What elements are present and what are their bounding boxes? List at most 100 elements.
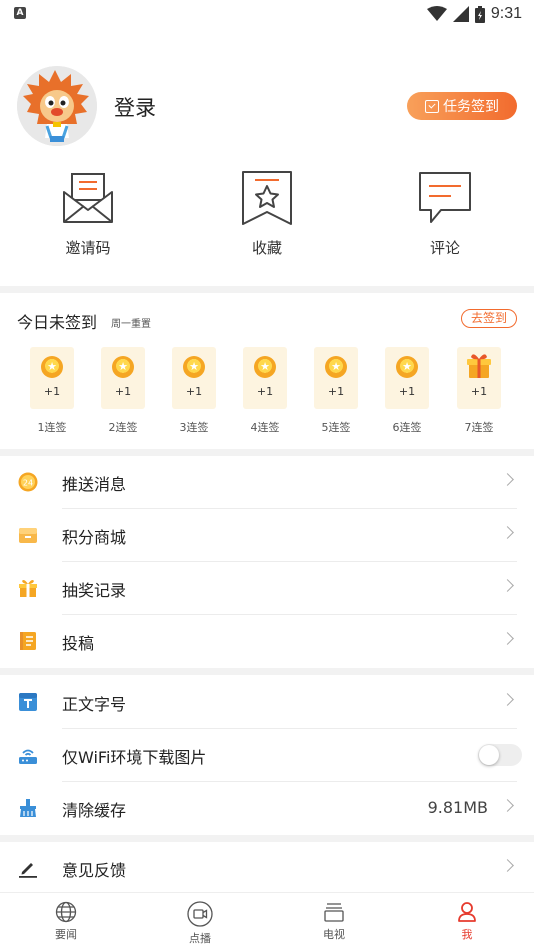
nav-news[interactable]: 要闻	[26, 901, 106, 942]
menu-lottery-records[interactable]: 抽奖记录	[0, 562, 534, 615]
quick-actions: 邀请码 收藏 评论	[0, 170, 534, 274]
nav-label: 要闻	[55, 928, 77, 941]
status-bar: A 9:31	[0, 0, 534, 30]
signin-day-2: +1 2连签	[101, 347, 145, 435]
bookmark-star-icon	[242, 171, 292, 225]
day-label: 1连签	[37, 421, 67, 434]
favorites-label: 收藏	[251, 239, 282, 257]
menu-submit-article[interactable]: 投稿	[0, 615, 534, 668]
day-reward: +1	[114, 385, 132, 398]
profile-header: 登录 任务签到	[0, 66, 534, 150]
menu-push-messages[interactable]: 24 推送消息	[0, 456, 534, 509]
document-icon	[20, 632, 36, 650]
nav-on-demand[interactable]: 点播	[160, 901, 240, 946]
wifi-icon	[426, 6, 447, 21]
push-message-icon: 24	[18, 472, 38, 492]
day-label: 6连签	[392, 421, 422, 434]
menu-wifi-only-images: 仅WiFi环境下载图片	[0, 729, 534, 782]
section-divider	[0, 835, 534, 842]
task-checkin-button[interactable]: 任务签到	[407, 92, 517, 120]
signin-day-7: +1 7连签	[457, 347, 501, 435]
wifi-router-icon	[19, 749, 37, 764]
signin-day-4: +1 4连签	[243, 347, 287, 435]
comment-icon	[419, 172, 471, 223]
menu-label: 清除缓存	[62, 801, 127, 820]
gift-icon	[467, 354, 491, 378]
section-divider	[0, 286, 534, 293]
day-reward: +1	[398, 385, 416, 398]
chevron-right-icon	[501, 799, 514, 812]
pencil-icon	[19, 863, 37, 878]
gift-box-icon	[19, 580, 37, 597]
menu-label: 抽奖记录	[62, 581, 127, 600]
battery-icon	[474, 5, 485, 23]
coin-icon	[254, 356, 276, 378]
signin-reset-note: 周一重置	[111, 319, 151, 330]
invite-code-button[interactable]: 邀请码	[38, 170, 138, 258]
svg-text:24: 24	[23, 479, 33, 488]
coin-icon	[325, 356, 347, 378]
nav-label: 点播	[189, 932, 211, 945]
day-reward: +1	[185, 385, 203, 398]
chevron-right-icon	[501, 693, 514, 706]
calendar-check-icon	[425, 99, 439, 113]
coin-icon	[112, 356, 134, 378]
chevron-right-icon	[501, 859, 514, 872]
signin-status-title: 今日未签到	[17, 313, 98, 332]
section-divider	[0, 668, 534, 675]
favorites-button[interactable]: 收藏	[217, 170, 317, 258]
menu-points-store[interactable]: 积分商城	[0, 509, 534, 562]
day-label: 5连签	[321, 421, 351, 434]
store-icon	[19, 528, 37, 543]
day-label: 7连签	[464, 421, 494, 434]
menu-label: 正文字号	[62, 695, 127, 714]
nav-tv[interactable]: 电视	[294, 901, 374, 942]
signin-day-6: +1 6连签	[385, 347, 429, 435]
day-label: 3连签	[179, 421, 209, 434]
envelope-icon	[63, 173, 113, 223]
chevron-right-icon	[501, 473, 514, 486]
menu-font-size[interactable]: 正文字号	[0, 676, 534, 729]
login-link[interactable]: 登录	[114, 92, 156, 122]
comments-button[interactable]: 评论	[395, 170, 495, 258]
menu-label: 积分商城	[62, 528, 127, 547]
chevron-right-icon	[501, 526, 514, 539]
broom-icon	[20, 799, 36, 817]
signin-day-1: +1 1连签	[30, 347, 74, 435]
menu-feedback[interactable]: 意见反馈	[0, 842, 534, 895]
status-icons: 9:31	[426, 4, 522, 24]
avatar[interactable]	[17, 66, 97, 146]
coin-icon	[41, 356, 63, 378]
day-label: 2连签	[108, 421, 138, 434]
chevron-right-icon	[501, 579, 514, 592]
signin-day-3: +1 3连签	[172, 347, 216, 435]
video-icon	[187, 901, 213, 927]
invite-code-label: 邀请码	[65, 239, 111, 257]
globe-icon	[55, 901, 77, 923]
tv-icon	[324, 903, 344, 922]
wifi-only-toggle[interactable]	[478, 744, 522, 766]
menu-label: 投稿	[62, 634, 95, 653]
nav-label: 我	[461, 928, 473, 941]
cache-size-value: 9.81MB	[427, 798, 488, 817]
nav-me[interactable]: 我	[427, 901, 507, 942]
menu-clear-cache[interactable]: 清除缓存 9.81MB	[0, 782, 534, 835]
nav-label: 电视	[323, 928, 345, 941]
notification-icon: A	[14, 7, 26, 19]
go-signin-button[interactable]: 去签到	[461, 309, 517, 328]
day-label: 4连签	[250, 421, 280, 434]
bottom-nav: 要闻 点播 电视 我	[0, 892, 534, 950]
comments-label: 评论	[429, 239, 460, 257]
menu-label: 仅WiFi环境下载图片	[62, 748, 207, 767]
chevron-right-icon	[501, 632, 514, 645]
coin-icon	[183, 356, 205, 378]
day-reward: +1	[470, 385, 488, 398]
day-reward: +1	[256, 385, 274, 398]
day-reward: +1	[327, 385, 345, 398]
signal-icon	[452, 6, 469, 22]
signin-day-5: +1 5连签	[314, 347, 358, 435]
lion-mascot-icon	[17, 66, 97, 146]
coin-icon	[396, 356, 418, 378]
menu-label: 推送消息	[62, 475, 127, 494]
font-size-icon	[19, 693, 37, 711]
